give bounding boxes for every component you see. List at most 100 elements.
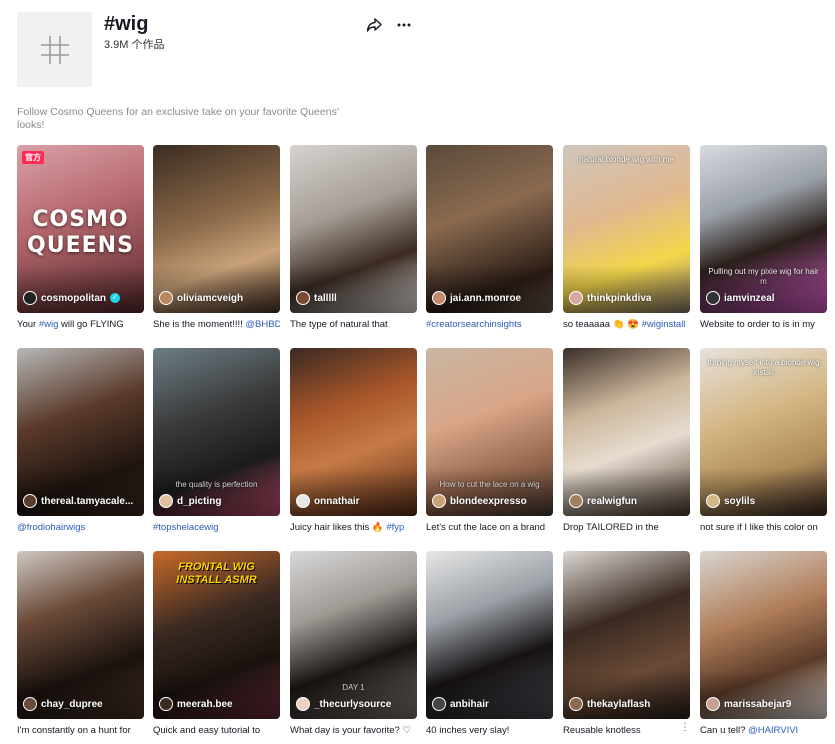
video-caption[interactable]: Can u tell? @HAIRVIVI — [700, 725, 827, 737]
video-card[interactable]: marissabejar9 Can u tell? @HAIRVIVI — [700, 551, 827, 737]
video-thumbnail[interactable]: Pulling out my pixie wig for hair miamvi… — [700, 145, 827, 313]
video-caption[interactable]: What day is your favorite? ♡ — [290, 725, 417, 737]
video-thumbnail[interactable]: chay_dupree — [17, 551, 144, 719]
avatar[interactable] — [296, 291, 310, 305]
video-author[interactable]: cosmopolitan ✓ — [23, 291, 140, 305]
video-caption[interactable]: Your #wig will go FLYING — [17, 319, 144, 331]
video-thumbnail[interactable]: oliviamcveigh — [153, 145, 280, 313]
video-author[interactable]: jai.ann.monroe — [432, 291, 549, 305]
video-card[interactable]: 官方 COSMO QUEENS cosmopolitan ✓ Your #wig wil… — [17, 145, 144, 331]
video-card[interactable]: anbihair 40 inches very slay! — [426, 551, 553, 737]
author-name[interactable]: meerah.bee — [177, 699, 233, 710]
video-card[interactable]: talllll The type of natural that — [290, 145, 417, 331]
caption-hashtag-link[interactable]: @frodiohairwigs — [17, 522, 85, 533]
author-name[interactable]: cosmopolitan — [41, 293, 106, 304]
author-name[interactable]: soylils — [724, 496, 755, 507]
video-author[interactable]: meerah.bee — [159, 697, 276, 711]
video-author[interactable]: oliviamcveigh — [159, 291, 276, 305]
video-caption[interactable]: Reusable knotless — [563, 725, 690, 737]
video-caption[interactable]: I'm constantly on a hunt for — [17, 725, 144, 737]
video-caption[interactable]: 40 inches very slay! — [426, 725, 553, 737]
video-caption[interactable]: Drop TAILORED in the — [563, 522, 690, 534]
video-author[interactable]: thereal.tamyacale... — [23, 494, 140, 508]
video-thumbnail[interactable]: turning myself into a blonde wig install… — [700, 348, 827, 516]
video-thumbnail[interactable]: jai.ann.monroe — [426, 145, 553, 313]
author-name[interactable]: oliviamcveigh — [177, 293, 243, 304]
caption-hashtag-link[interactable]: @HAIRVIVI — [748, 725, 798, 736]
video-caption[interactable]: #topshelacewig — [153, 522, 280, 534]
author-name[interactable]: iamvinzeal — [724, 293, 775, 304]
video-caption[interactable]: Juicy hair likes this 🔥 #fyp — [290, 522, 417, 534]
video-card[interactable]: natural blonde wig with me thinkpinkdiva s… — [563, 145, 690, 331]
video-author[interactable]: marissabejar9 — [706, 697, 823, 711]
author-name[interactable]: thinkpinkdiva — [587, 293, 651, 304]
author-name[interactable]: talllll — [314, 293, 337, 304]
video-thumbnail[interactable]: talllll — [290, 145, 417, 313]
author-name[interactable]: realwigfun — [587, 496, 637, 507]
video-card[interactable]: realwigfun Drop TAILORED in the — [563, 348, 690, 534]
video-author[interactable]: talllll — [296, 291, 413, 305]
author-name[interactable]: _thecurlysource — [314, 699, 391, 710]
avatar[interactable] — [296, 494, 310, 508]
video-author[interactable]: soylils — [706, 494, 823, 508]
avatar[interactable] — [23, 494, 37, 508]
caption-hashtag-link[interactable]: @BHBD — [245, 319, 280, 330]
video-thumbnail[interactable]: anbihair — [426, 551, 553, 719]
avatar[interactable] — [432, 291, 446, 305]
author-name[interactable]: marissabejar9 — [724, 699, 791, 710]
video-thumbnail[interactable]: DAY 1_thecurlysource — [290, 551, 417, 719]
share-button[interactable] — [365, 16, 383, 34]
avatar[interactable] — [23, 291, 37, 305]
video-author[interactable]: _thecurlysource — [296, 697, 413, 711]
video-card[interactable]: How to cut the lace on a wigblondeexpres… — [426, 348, 553, 534]
avatar[interactable] — [23, 697, 37, 711]
author-name[interactable]: chay_dupree — [41, 699, 103, 710]
caption-hashtag-link[interactable]: #wiginstall — [642, 319, 686, 330]
video-thumbnail[interactable]: How to cut the lace on a wigblondeexpres… — [426, 348, 553, 516]
video-thumbnail[interactable]: FRONTAL WIG INSTALL ASMR meerah.bee — [153, 551, 280, 719]
video-caption[interactable]: The type of natural that — [290, 319, 417, 331]
video-author[interactable]: chay_dupree — [23, 697, 140, 711]
avatar[interactable] — [159, 697, 173, 711]
video-caption[interactable]: Quick and easy tutorial to — [153, 725, 280, 737]
video-thumbnail[interactable]: thekaylaflash — [563, 551, 690, 719]
avatar[interactable] — [706, 291, 720, 305]
video-thumbnail[interactable]: marissabejar9 — [700, 551, 827, 719]
video-card[interactable]: turning myself into a blonde wig install… — [700, 348, 827, 534]
caption-hashtag-link[interactable]: #fyp — [386, 522, 404, 533]
video-caption[interactable]: not sure if I like this color on — [700, 522, 827, 534]
author-name[interactable]: onnathair — [314, 496, 360, 507]
caption-hashtag-link[interactable]: #wig — [39, 319, 59, 330]
avatar[interactable] — [569, 494, 583, 508]
author-name[interactable]: blondeexpresso — [450, 496, 527, 507]
avatar[interactable] — [432, 697, 446, 711]
card-more-icon[interactable]: ⋮ — [680, 722, 690, 733]
author-name[interactable]: thekaylaflash — [587, 699, 650, 710]
video-author[interactable]: anbihair — [432, 697, 549, 711]
video-thumbnail[interactable]: onnathair — [290, 348, 417, 516]
video-author[interactable]: iamvinzeal — [706, 291, 823, 305]
video-card[interactable]: the quality is perfectiond_picting #topsh… — [153, 348, 280, 534]
video-author[interactable]: thinkpinkdiva — [569, 291, 686, 305]
author-name[interactable]: d_picting — [177, 496, 221, 507]
avatar[interactable] — [432, 494, 446, 508]
caption-hashtag-link[interactable]: #topshelacewig — [153, 522, 219, 533]
video-caption[interactable]: Let's cut the lace on a brand — [426, 522, 553, 534]
author-name[interactable]: anbihair — [450, 699, 489, 710]
video-card[interactable]: jai.ann.monroe #creatorsearchinsights — [426, 145, 553, 331]
avatar[interactable] — [706, 697, 720, 711]
video-author[interactable]: thekaylaflash — [569, 697, 686, 711]
video-thumbnail[interactable]: natural blonde wig with me thinkpinkdiva — [563, 145, 690, 313]
video-caption[interactable]: Website to order to is in my — [700, 319, 827, 331]
video-card[interactable]: onnathair Juicy hair likes this 🔥 #fyp — [290, 348, 417, 534]
avatar[interactable] — [569, 697, 583, 711]
video-thumbnail[interactable]: thereal.tamyacale... — [17, 348, 144, 516]
video-thumbnail[interactable]: 官方 COSMO QUEENS cosmopolitan ✓ — [17, 145, 144, 313]
video-author[interactable]: d_picting — [159, 494, 276, 508]
avatar[interactable] — [569, 291, 583, 305]
video-caption[interactable]: @frodiohairwigs — [17, 522, 144, 534]
avatar[interactable] — [706, 494, 720, 508]
video-card[interactable]: thereal.tamyacale... @frodiohairwigs — [17, 348, 144, 534]
video-author[interactable]: realwigfun — [569, 494, 686, 508]
video-card[interactable]: thekaylaflash Reusable knotless — [563, 551, 690, 737]
